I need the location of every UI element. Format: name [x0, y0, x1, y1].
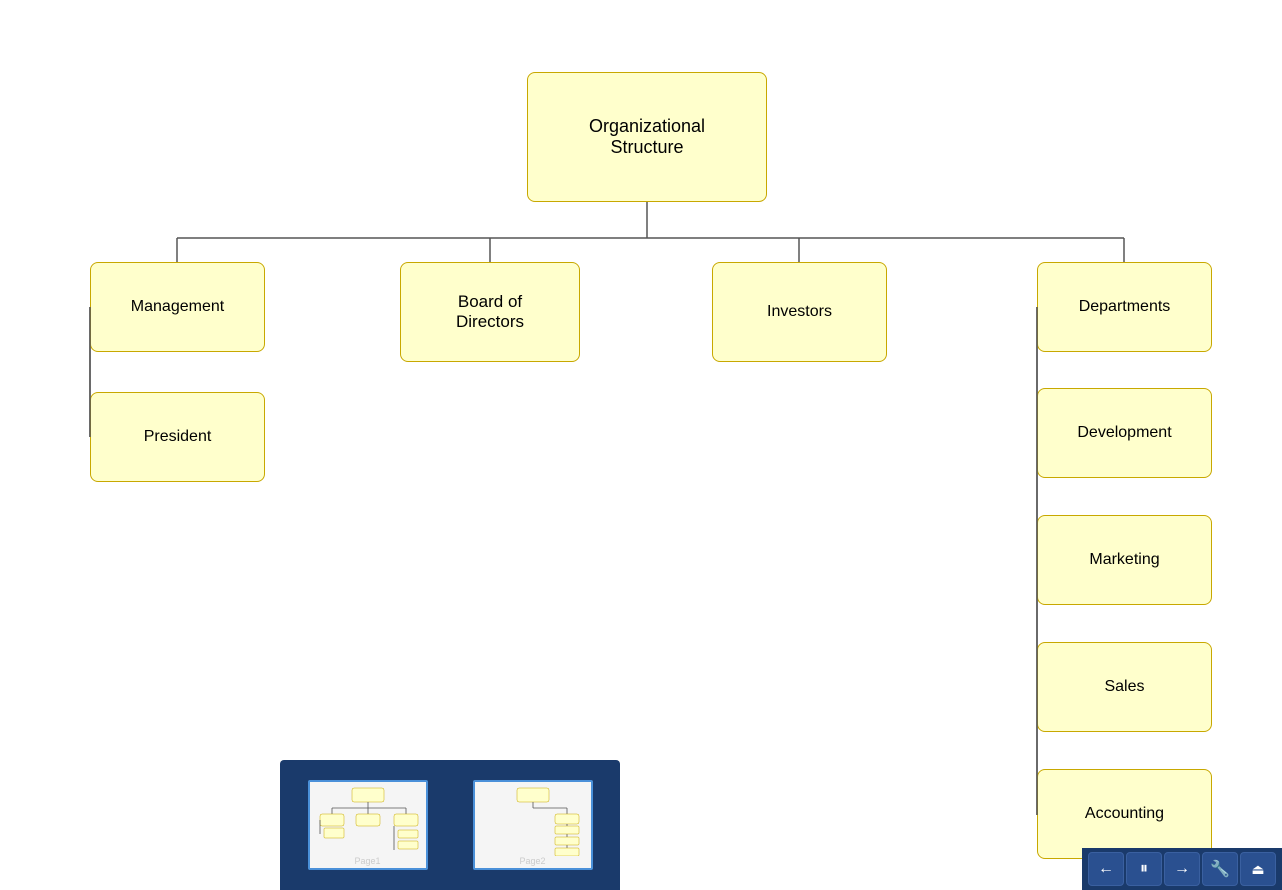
node-management[interactable]: Management — [90, 262, 265, 352]
page-panel: Page1 Page2 — [280, 760, 620, 890]
node-board[interactable]: Board ofDirectors — [400, 262, 580, 362]
exit-icon: ⏏ — [1251, 861, 1264, 878]
node-accounting[interactable]: Accounting — [1037, 769, 1212, 859]
page2-label: Page2 — [475, 856, 591, 866]
toolbar: ← ⏸ → 🔧 ⏏ — [1082, 848, 1282, 890]
settings-icon: 🔧 — [1210, 859, 1230, 879]
exit-button[interactable]: ⏏ — [1240, 852, 1276, 886]
node-marketing[interactable]: Marketing — [1037, 515, 1212, 605]
pause-button[interactable]: ⏸ — [1126, 852, 1162, 886]
back-button[interactable]: ← — [1088, 852, 1124, 886]
page1-thumb[interactable]: Page1 — [308, 780, 428, 870]
page2-thumb[interactable]: Page2 — [473, 780, 593, 870]
diagram-area: OrganizationalStructure Management Presi… — [0, 0, 1282, 890]
forward-button[interactable]: → — [1164, 852, 1200, 886]
node-development[interactable]: Development — [1037, 388, 1212, 478]
node-president[interactable]: President — [90, 392, 265, 482]
node-sales[interactable]: Sales — [1037, 642, 1212, 732]
settings-button[interactable]: 🔧 — [1202, 852, 1238, 886]
node-departments[interactable]: Departments — [1037, 262, 1212, 352]
page1-label: Page1 — [310, 856, 426, 866]
node-root[interactable]: OrganizationalStructure — [527, 72, 767, 202]
node-investors[interactable]: Investors — [712, 262, 887, 362]
